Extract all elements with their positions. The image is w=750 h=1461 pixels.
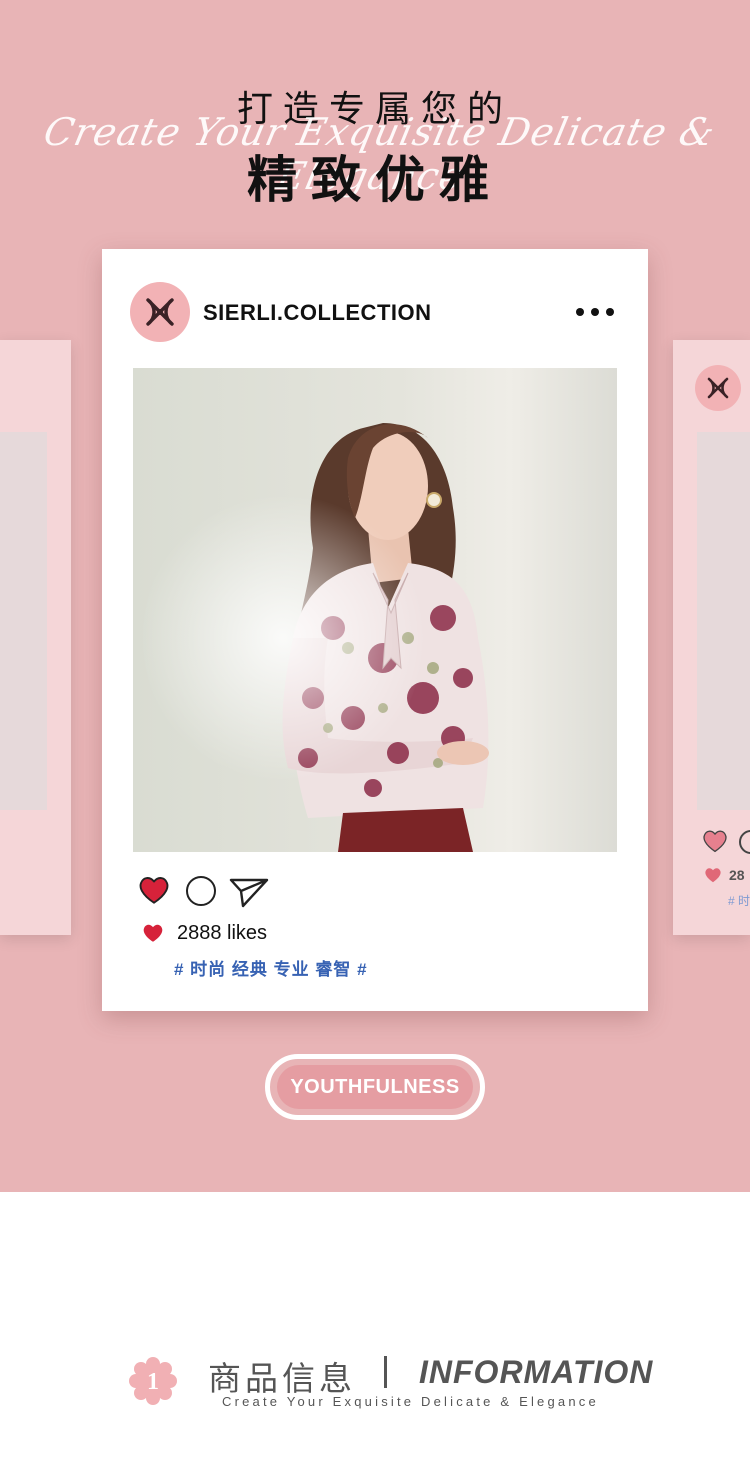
account-name[interactable]: SIERLI.COLLECTION: [203, 300, 432, 326]
carousel-card-left[interactable]: [0, 340, 71, 935]
card-image-placeholder: [0, 432, 47, 810]
like-heart-icon: [143, 924, 163, 942]
comment-icon[interactable]: [186, 876, 216, 906]
headline-main: 精致优雅: [247, 151, 503, 209]
more-options-icon[interactable]: [576, 303, 614, 321]
send-icon[interactable]: [229, 876, 269, 908]
youthfulness-label: YOUTHFULNESS: [277, 1065, 473, 1109]
heart-icon[interactable]: [701, 828, 729, 854]
card-image-placeholder: [697, 432, 750, 810]
hero-section: 打造专属您的 Create Your Exquisite Delicate & …: [0, 0, 750, 1192]
hashtags[interactable]: # 时尚 经典 专业 睿智 #: [174, 955, 368, 980]
divider: [384, 1356, 387, 1388]
brand-logo-icon: [695, 365, 741, 411]
likes-count-partial: 28: [729, 867, 745, 883]
info-title-en: INFORMATION: [419, 1354, 654, 1390]
info-title-cn: 商品信息: [208, 1359, 356, 1398]
carousel-card-right[interactable]: 28 # 时: [673, 340, 750, 935]
flower-number-badge: 1: [128, 1356, 178, 1406]
post-card: SIERLI.COLLECTION 2888 likes # 时尚 经典 专业 …: [102, 249, 648, 1011]
hashtag-partial: # 时: [728, 894, 750, 908]
info-subtitle: Create Your Exquisite Delicate & Eleganc…: [222, 1394, 599, 1409]
likes-count[interactable]: 2888 likes: [177, 922, 267, 945]
post-photo: [133, 368, 617, 852]
youthfulness-button[interactable]: YOUTHFULNESS: [265, 1054, 485, 1120]
comment-icon[interactable]: [739, 830, 750, 854]
heart-icon[interactable]: [137, 874, 171, 906]
svg-text:1: 1: [147, 1369, 159, 1395]
brand-logo-icon[interactable]: [130, 282, 190, 342]
like-heart-icon: [705, 868, 721, 883]
